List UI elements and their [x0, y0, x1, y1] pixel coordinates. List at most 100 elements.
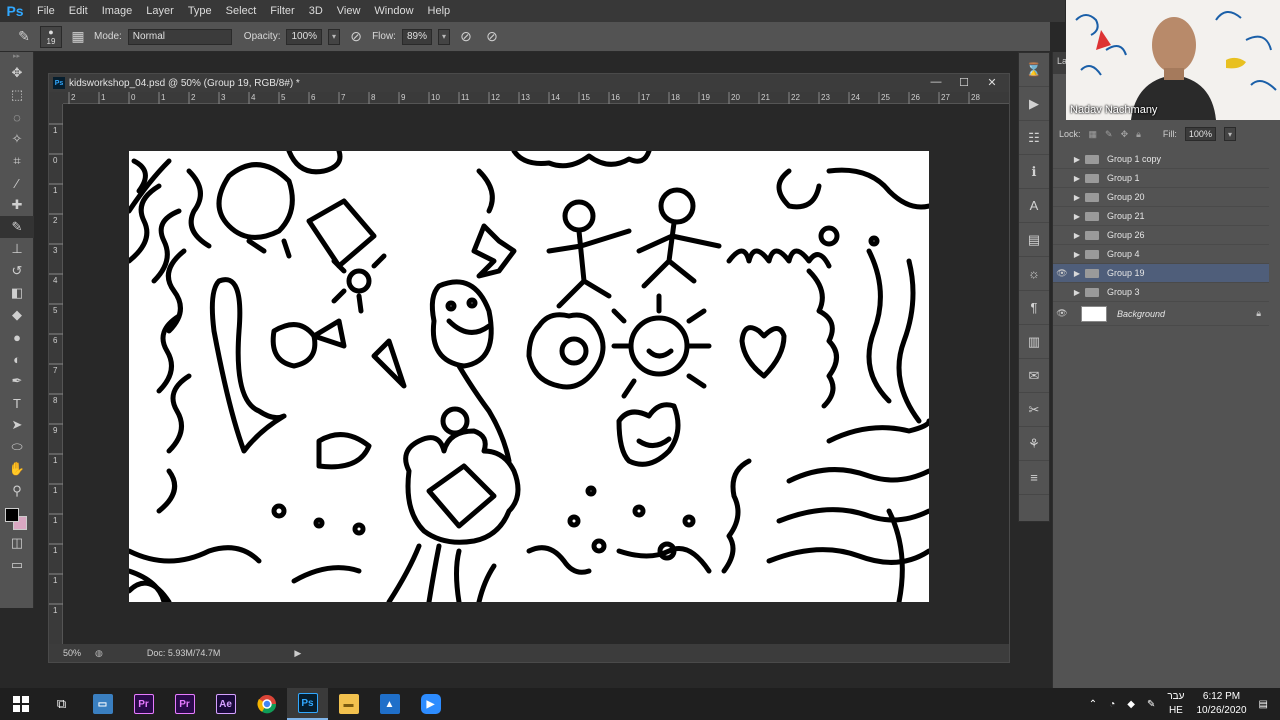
clone-source-panel-icon[interactable]: ⚘	[1019, 427, 1049, 461]
quick-mask-icon[interactable]: ◫	[0, 532, 34, 554]
properties-panel-icon[interactable]: ☷	[1019, 121, 1049, 155]
swatches-panel-icon[interactable]: ≡	[1019, 461, 1049, 495]
mode-select[interactable]: Normal	[127, 28, 232, 45]
ruler-vertical[interactable]: 1 0 1 2 3 4 5 6 7 8 9 1 1 1 1 1 1	[49, 104, 63, 644]
type-tool-icon[interactable]: T	[0, 392, 34, 414]
flow-dropdown[interactable]: ▾	[437, 28, 450, 45]
menu-window[interactable]: Window	[367, 0, 420, 22]
screen-mode-icon[interactable]: ▭	[0, 554, 34, 576]
eraser-tool-icon[interactable]: ◧	[0, 282, 34, 304]
menu-help[interactable]: Help	[421, 0, 458, 22]
blur-tool-icon[interactable]: ●	[0, 326, 34, 348]
expand-triangle-icon[interactable]: ▶	[1071, 174, 1083, 183]
expand-triangle-icon[interactable]: ▶	[1071, 231, 1083, 240]
foreground-color-swatch[interactable]	[5, 508, 19, 522]
menu-image[interactable]: Image	[95, 0, 140, 22]
media-encoder-icon[interactable]: ▭	[82, 688, 123, 720]
expand-triangle-icon[interactable]: ▶	[1071, 288, 1083, 297]
brush-panel-toggle-icon[interactable]: ▦	[68, 27, 88, 47]
adjustments-panel-icon[interactable]: ☼	[1019, 257, 1049, 291]
layer-row[interactable]: ▶ Group 26	[1053, 226, 1269, 245]
expand-triangle-icon[interactable]: ▶	[1071, 250, 1083, 259]
info-panel-icon[interactable]: ℹ	[1019, 155, 1049, 189]
lasso-tool-icon[interactable]: ◌	[0, 106, 34, 128]
flow-input[interactable]: 89%	[401, 28, 432, 45]
channels-panel-icon[interactable]: ▥	[1019, 325, 1049, 359]
tool-presets-panel-icon[interactable]: ✂	[1019, 393, 1049, 427]
expand-triangle-icon[interactable]: ▶	[1071, 269, 1083, 278]
panel-grip-icon[interactable]: ▸▸	[0, 52, 33, 62]
zoom-tool-icon[interactable]: ⚲	[0, 480, 34, 502]
hand-tool-icon[interactable]: ✋	[0, 458, 34, 480]
clone-stamp-tool-icon[interactable]: ⊥	[0, 238, 34, 260]
taskbar-app-after-effects[interactable]: Ae	[205, 688, 246, 720]
notes-panel-icon[interactable]: ✉	[1019, 359, 1049, 393]
language-indicator[interactable]: עבר HE	[1167, 690, 1184, 718]
paint-bucket-tool-icon[interactable]: ◆	[0, 304, 34, 326]
history-panel-icon[interactable]: ⌛	[1019, 53, 1049, 87]
taskbar-app-premiere[interactable]: Pr	[123, 688, 164, 720]
notifications-icon[interactable]: ▤	[1259, 699, 1268, 710]
layer-row[interactable]: ▶ Group 1 copy	[1053, 150, 1269, 169]
lock-pixels-icon[interactable]: ▦	[1089, 129, 1098, 140]
pressure-opacity-icon[interactable]: ⊘	[346, 27, 366, 47]
ellipse-tool-icon[interactable]: ⬭	[0, 436, 34, 458]
status-menu-arrow-icon[interactable]: ▶	[294, 648, 301, 659]
brush-preset-icon[interactable]: ✎	[14, 27, 34, 47]
minimize-icon[interactable]: —	[929, 75, 943, 89]
expand-triangle-icon[interactable]: ▶	[1071, 155, 1083, 164]
character-panel-icon[interactable]: A	[1019, 189, 1049, 223]
document-tab[interactable]: Ps kidsworkshop_04.psd @ 50% (Group 19, …	[49, 74, 1009, 92]
dropbox-icon[interactable]: ◆	[1127, 699, 1135, 710]
windows-start-icon[interactable]	[0, 688, 41, 720]
dodge-tool-icon[interactable]: ◐	[0, 348, 34, 370]
photos-icon[interactable]: ▲	[369, 688, 410, 720]
menu-filter[interactable]: Filter	[263, 0, 301, 22]
lock-position-icon[interactable]: ✥	[1121, 129, 1129, 140]
opacity-input[interactable]: 100%	[286, 28, 323, 45]
zoom-app-icon[interactable]: ▶	[410, 688, 451, 720]
menu-view[interactable]: View	[330, 0, 368, 22]
task-view-icon[interactable]: ⧉	[41, 688, 82, 720]
show-hidden-icons-icon[interactable]: ⌃	[1089, 699, 1097, 710]
magic-wand-tool-icon[interactable]: ✧	[0, 128, 34, 150]
maximize-icon[interactable]: ☐	[957, 75, 971, 89]
marquee-tool-icon[interactable]: ⬚	[0, 84, 34, 106]
fill-input[interactable]: 100%	[1184, 127, 1216, 141]
path-selection-tool-icon[interactable]: ➤	[0, 414, 34, 436]
move-tool-icon[interactable]: ✥	[0, 62, 34, 84]
menu-file[interactable]: File	[30, 0, 62, 22]
expand-triangle-icon[interactable]: ▶	[1071, 193, 1083, 202]
opacity-dropdown[interactable]: ▾	[328, 28, 341, 45]
taskbar-app-premiere-2[interactable]: Pr	[164, 688, 205, 720]
fill-dropdown[interactable]: ▾	[1223, 127, 1236, 141]
layer-row[interactable]: ▶ Group 20	[1053, 188, 1269, 207]
close-icon[interactable]: ✕	[985, 75, 999, 89]
canvas-area[interactable]	[63, 104, 1009, 644]
airbrush-icon[interactable]: ⊘	[456, 27, 476, 47]
layer-row[interactable]: ▶ Group 4	[1053, 245, 1269, 264]
wifi-icon[interactable]: ◔	[1109, 699, 1115, 710]
taskbar-app-photoshop[interactable]: Ps	[287, 688, 328, 720]
actions-panel-icon[interactable]: ▶	[1019, 87, 1049, 121]
lock-paint-icon[interactable]: ✎	[1105, 129, 1113, 140]
menu-select[interactable]: Select	[219, 0, 264, 22]
brush-panel-icon[interactable]: ▤	[1019, 223, 1049, 257]
zoom-level[interactable]: 50%	[63, 648, 81, 658]
layer-row[interactable]: ▶ Group 21	[1053, 207, 1269, 226]
brush-size-picker[interactable]: ● 19	[40, 25, 62, 48]
menu-edit[interactable]: Edit	[62, 0, 95, 22]
clock[interactable]: 6:12 PM 10/26/2020	[1196, 690, 1246, 718]
menu-3d[interactable]: 3D	[302, 0, 330, 22]
brush-tool-icon[interactable]: ✎	[0, 216, 34, 238]
expand-triangle-icon[interactable]: ▶	[1071, 212, 1083, 221]
file-explorer-icon[interactable]: ▬	[328, 688, 369, 720]
lock-all-icon[interactable]: 🔒︎	[1136, 129, 1141, 140]
pen-icon[interactable]: ✎	[1147, 699, 1155, 710]
pressure-size-icon[interactable]: ⊘	[482, 27, 502, 47]
layer-row-background[interactable]: 👁︎ Background 🔒︎	[1053, 302, 1269, 326]
visibility-eye-icon[interactable]: 👁︎	[1053, 268, 1071, 279]
drawing-canvas[interactable]	[129, 151, 929, 602]
status-info-icon[interactable]: ◍	[95, 648, 103, 659]
menu-type[interactable]: Type	[181, 0, 219, 22]
